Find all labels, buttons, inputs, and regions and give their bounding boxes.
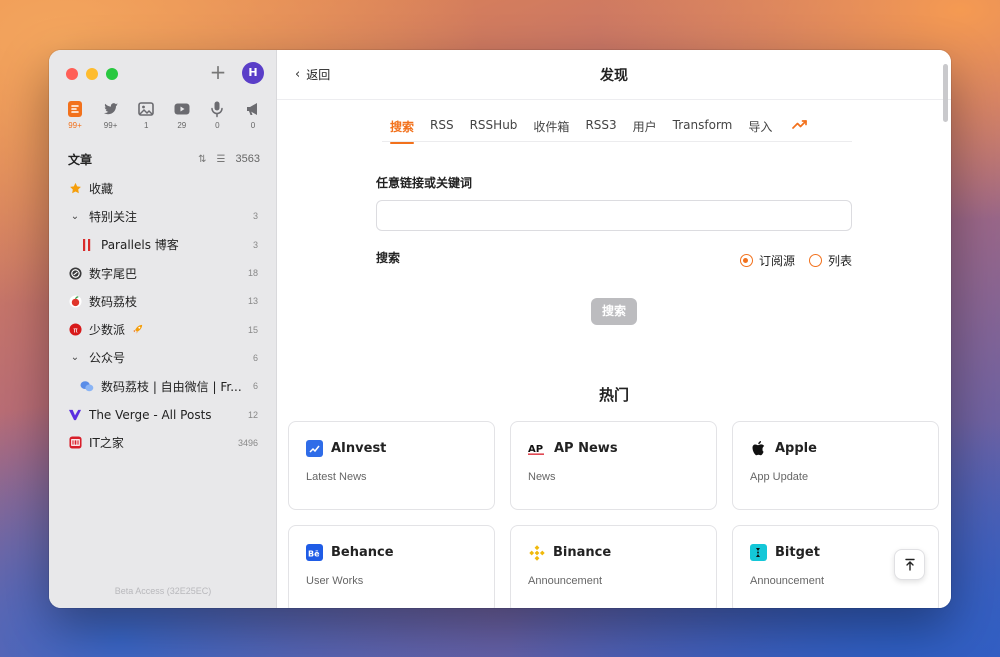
tab-inbox[interactable]: 收件箱 bbox=[525, 114, 577, 143]
section-title: 文章 bbox=[68, 152, 93, 167]
apnews-logo-icon: AP bbox=[528, 440, 546, 457]
feed-item-ithome[interactable]: IT之家 3496 bbox=[49, 429, 277, 457]
sidebar: + H 99+ 99+ 1 29 0 0 文章 ⇅ ☰ 3563 收藏 ⌄ 特别… bbox=[49, 50, 277, 608]
binance-logo-icon bbox=[528, 544, 545, 561]
search-submit-button[interactable]: 搜索 bbox=[591, 298, 637, 325]
sort-icon[interactable]: ⇅ bbox=[198, 154, 206, 165]
video-icon bbox=[174, 103, 190, 115]
twitter-icon bbox=[103, 103, 118, 115]
keyword-input[interactable] bbox=[376, 200, 852, 231]
hot-card-binance[interactable]: Binance Announcement bbox=[510, 525, 717, 608]
beta-access-label: Beta Access (32E25EC) bbox=[114, 586, 212, 596]
discover-panel: ‹ 返回 发现 搜索 RSS RSSHub 收件箱 RSS3 用户 Transf… bbox=[277, 50, 951, 608]
svg-text:π: π bbox=[73, 325, 78, 334]
microphone-icon bbox=[211, 101, 224, 118]
behance-logo-icon: Bē bbox=[306, 544, 323, 561]
hot-cards-grid: AInvest Latest News AP AP News News Appl… bbox=[288, 421, 940, 608]
feed-list: 收藏 ⌄ 特别关注 3 Parallels 博客 3 数字尾巴 18 数码荔枝 bbox=[49, 174, 277, 457]
page-title: 发现 bbox=[600, 68, 628, 84]
feed-item-starred[interactable]: 收藏 bbox=[49, 174, 277, 202]
add-feed-button[interactable]: + bbox=[207, 61, 229, 83]
feed-item-theverge[interactable]: The Verge - All Posts 12 bbox=[49, 400, 277, 428]
trending-up-icon bbox=[792, 120, 808, 129]
close-window-button[interactable] bbox=[66, 68, 78, 80]
bitget-logo-icon bbox=[750, 544, 767, 561]
feed-item-dgtle[interactable]: 数字尾巴 18 bbox=[49, 259, 277, 287]
hot-card-apnews[interactable]: AP AP News News bbox=[510, 421, 717, 510]
zoom-window-button[interactable] bbox=[106, 68, 118, 80]
svg-text:Bē: Bē bbox=[308, 549, 320, 558]
radio-list[interactable]: 列表 bbox=[808, 252, 852, 269]
wechat-bubbles-icon bbox=[80, 379, 94, 393]
feed-item-parallels[interactable]: Parallels 博客 3 bbox=[49, 231, 277, 259]
list-layout-icon[interactable]: ☰ bbox=[217, 154, 226, 165]
tab-rss3[interactable]: RSS3 bbox=[577, 114, 624, 140]
apple-logo-icon bbox=[750, 440, 767, 457]
verge-logo-icon bbox=[68, 408, 82, 422]
radio-checked-icon bbox=[739, 254, 753, 267]
feed-folder-special[interactable]: ⌄ 特别关注 3 bbox=[49, 202, 277, 230]
hot-card-behance[interactable]: Bē Behance User Works bbox=[288, 525, 495, 608]
view-tabs: 99+ 99+ 1 29 0 0 bbox=[59, 100, 269, 130]
app-window: + H 99+ 99+ 1 29 0 0 文章 ⇅ ☰ 3563 收藏 ⌄ 特别… bbox=[49, 50, 951, 608]
sspai-logo-icon: π bbox=[68, 323, 82, 337]
hot-section-title: 热门 bbox=[598, 386, 629, 404]
feed-folder-wechat[interactable]: ⌄ 公众号 6 bbox=[49, 344, 277, 372]
radio-unchecked-icon bbox=[808, 254, 822, 267]
scrollbar[interactable] bbox=[943, 64, 948, 122]
feed-section-header: 文章 ⇅ ☰ 3563 bbox=[68, 150, 260, 168]
lychee-logo-icon bbox=[68, 294, 82, 308]
chevron-down-icon[interactable]: ⌄ bbox=[68, 352, 82, 363]
top-bar: ‹ 返回 发现 bbox=[277, 50, 951, 100]
window-controls bbox=[66, 68, 118, 80]
tab-rsshub[interactable]: RSSHub bbox=[462, 114, 526, 140]
keyword-label: 任意链接或关键词 bbox=[376, 176, 473, 190]
dgtle-logo-icon bbox=[68, 266, 82, 280]
parallels-logo-icon bbox=[80, 238, 94, 252]
svg-text:AP: AP bbox=[528, 444, 543, 455]
image-icon bbox=[138, 102, 154, 116]
search-type-radios: 订阅源 列表 bbox=[726, 252, 852, 269]
chevron-down-icon[interactable]: ⌄ bbox=[68, 211, 82, 222]
hot-card-ainvest[interactable]: AInvest Latest News bbox=[288, 421, 495, 510]
feed-item-shumalizhi[interactable]: 数码荔枝 13 bbox=[49, 287, 277, 315]
article-icon bbox=[68, 101, 82, 117]
tab-search[interactable]: 搜索 bbox=[382, 114, 422, 144]
search-type-label: 搜索 bbox=[376, 251, 401, 265]
scroll-to-top-button[interactable] bbox=[894, 549, 925, 580]
view-tab-audio[interactable]: 0 bbox=[201, 100, 233, 130]
feed-item-wechat-lizhi[interactable]: 数码荔枝 | 自由微信 | Fr... 6 bbox=[49, 372, 277, 400]
total-unread-count: 3563 bbox=[235, 153, 260, 165]
minimize-window-button[interactable] bbox=[86, 68, 98, 80]
view-tab-pictures[interactable]: 1 bbox=[130, 100, 162, 130]
tab-user[interactable]: 用户 bbox=[625, 114, 665, 143]
view-tab-videos[interactable]: 29 bbox=[166, 100, 198, 130]
user-avatar[interactable]: H bbox=[242, 62, 264, 84]
discover-tabs: 搜索 RSS RSSHub 收件箱 RSS3 用户 Transform 导入 bbox=[382, 114, 852, 144]
hot-card-apple[interactable]: Apple App Update bbox=[732, 421, 939, 510]
tab-trending[interactable] bbox=[780, 114, 816, 141]
view-tab-articles[interactable]: 99+ bbox=[59, 100, 91, 130]
radio-feed[interactable]: 订阅源 bbox=[739, 252, 795, 269]
ainvest-logo-icon bbox=[306, 440, 323, 457]
arrow-up-to-line-icon bbox=[904, 558, 915, 571]
ithome-logo-icon bbox=[68, 436, 82, 450]
feed-item-sspai[interactable]: π 少数派 15 bbox=[49, 315, 277, 343]
view-tab-notifications[interactable]: 0 bbox=[237, 100, 269, 130]
star-icon bbox=[68, 181, 82, 195]
megaphone-icon bbox=[246, 103, 257, 115]
tab-transform[interactable]: Transform bbox=[665, 114, 741, 140]
view-tab-social[interactable]: 99+ bbox=[95, 100, 127, 130]
tab-rss[interactable]: RSS bbox=[422, 114, 462, 140]
tab-import[interactable]: 导入 bbox=[740, 114, 780, 143]
rocket-icon bbox=[131, 323, 144, 336]
